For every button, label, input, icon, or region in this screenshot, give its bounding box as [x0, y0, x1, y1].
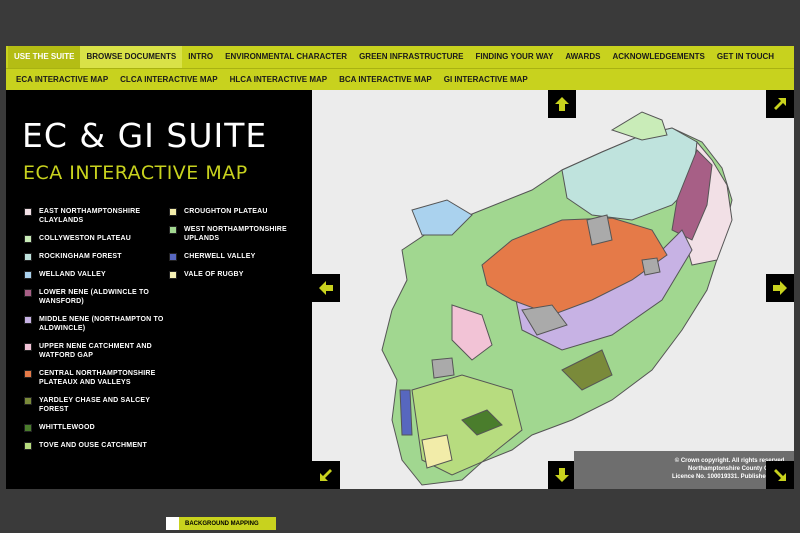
legend-swatch — [169, 208, 177, 216]
arrow-sw-icon — [320, 469, 332, 481]
legend-label: WELLAND VALLEY — [39, 271, 106, 278]
legend-label: LOWER NENE (ALDWINCLE TO WANSFORD) — [39, 289, 150, 305]
nav-awards[interactable]: AWARDS — [559, 46, 606, 68]
legend-swatch — [169, 253, 177, 261]
nav-browse-documents[interactable]: BROWSE DOCUMENTS — [80, 46, 183, 68]
legend-column-2: CROUGHTON PLATEAU WEST NORTHAMPTONSHIRE … — [169, 207, 309, 288]
copyright-notice: © Crown copyright. All rights reserved. … — [574, 451, 794, 489]
legend-swatch — [24, 343, 32, 351]
arrow-up-icon — [555, 97, 569, 111]
nav-finding-your-way[interactable]: FINDING YOUR WAY — [470, 46, 560, 68]
nav-intro[interactable]: INTRO — [182, 46, 219, 68]
copyright-line-3: Licence No. 100019331. Published 2006. — [671, 474, 786, 480]
arrow-ne-icon — [774, 98, 786, 110]
pan-down-button[interactable] — [548, 461, 576, 489]
legend-swatch — [24, 370, 32, 378]
sub-nav: ECA INTERACTIVE MAP CLCA INTERACTIVE MAP… — [6, 68, 794, 90]
pan-se-button[interactable] — [766, 461, 794, 489]
legend-label: COLLYWESTON PLATEAU — [39, 235, 131, 242]
legend-label: CENTRAL NORTHAMPTONSHIRE PLATEAUX AND VA… — [39, 370, 156, 386]
legend-swatch — [169, 271, 177, 279]
urban-area — [431, 357, 455, 379]
legend-label: CHERWELL VALLEY — [184, 253, 256, 260]
legend-panel: EC & GI SUITE ECA INTERACTIVE MAP EAST N… — [6, 90, 312, 530]
top-nav: USE THE SUITE BROWSE DOCUMENTS INTRO ENV… — [6, 46, 794, 68]
legend-item[interactable]: CENTRAL NORTHAMPTONSHIRE PLATEAUX AND VA… — [24, 369, 174, 387]
legend-swatch — [169, 226, 177, 234]
page-subtitle: ECA INTERACTIVE MAP — [23, 162, 248, 184]
urban-area — [641, 257, 661, 276]
legend-label: WHITTLEWOOD — [39, 424, 95, 431]
legend-swatch — [24, 253, 32, 261]
legend-swatch — [24, 289, 32, 297]
legend-swatch — [24, 397, 32, 405]
subnav-hlca-map[interactable]: HLCA INTERACTIVE MAP — [224, 69, 333, 91]
subnav-eca-map[interactable]: ECA INTERACTIVE MAP — [10, 69, 114, 91]
legend-item[interactable]: WELLAND VALLEY — [24, 270, 174, 279]
copyright-line-1: © Crown copyright. All rights reserved. — [674, 458, 786, 464]
legend-label: YARDLEY CHASE AND SALCEY FOREST — [39, 397, 150, 413]
arrow-se-icon — [774, 469, 786, 481]
legend-label: VALE OF RUGBY — [184, 271, 244, 278]
legend-item[interactable]: VALE OF RUGBY — [169, 270, 309, 279]
background-mapping-label: BACKGROUND MAPPING — [185, 520, 259, 527]
nav-use-the-suite[interactable]: USE THE SUITE — [8, 46, 81, 68]
pan-right-button[interactable] — [766, 274, 794, 302]
map-viewport[interactable]: © Crown copyright. All rights reserved. … — [312, 90, 794, 489]
legend-swatch — [24, 235, 32, 243]
legend-swatch — [24, 316, 32, 324]
arrow-down-icon — [555, 468, 569, 482]
pan-ne-button[interactable] — [766, 90, 794, 118]
arrow-left-icon — [319, 281, 333, 295]
subnav-clca-map[interactable]: CLCA INTERACTIVE MAP — [114, 69, 223, 91]
legend-swatch — [24, 208, 32, 216]
legend-item[interactable]: COLLYWESTON PLATEAU — [24, 234, 174, 243]
copyright-line-2: Northamptonshire County Council — [688, 466, 786, 472]
legend-item[interactable]: WHITTLEWOOD — [24, 423, 174, 432]
nav-environmental-character[interactable]: ENVIRONMENTAL CHARACTER — [219, 46, 353, 68]
legend-item[interactable]: CHERWELL VALLEY — [169, 252, 309, 261]
page-title: EC & GI SUITE — [22, 116, 268, 155]
county-map — [381, 111, 733, 486]
app-frame: USE THE SUITE BROWSE DOCUMENTS INTRO ENV… — [6, 46, 794, 530]
legend-label: CROUGHTON PLATEAU — [184, 208, 268, 215]
subnav-gi-map[interactable]: GI INTERACTIVE MAP — [438, 69, 534, 91]
legend-item[interactable]: WEST NORTHAMPTONSHIRE UPLANDS — [169, 225, 309, 243]
nav-green-infrastructure[interactable]: GREEN INFRASTRUCTURE — [353, 46, 469, 68]
legend-column-1: EAST NORTHAMPTONSHIRE CLAYLANDS COLLYWES… — [24, 207, 174, 459]
legend-label: UPPER NENE CATCHMENT AND WATFORD GAP — [39, 343, 152, 359]
legend-item[interactable]: ROCKINGHAM FOREST — [24, 252, 174, 261]
pan-up-button[interactable] — [548, 90, 576, 118]
legend-item[interactable]: UPPER NENE CATCHMENT AND WATFORD GAP — [24, 342, 174, 360]
background-mapping-toggle[interactable]: BACKGROUND MAPPING — [166, 517, 276, 530]
region-cherwell — [399, 389, 413, 436]
legend-swatch — [24, 271, 32, 279]
legend-label: TOVE AND OUSE CATCHMENT — [39, 442, 147, 449]
legend-swatch — [24, 424, 32, 432]
legend-item[interactable]: EAST NORTHAMPTONSHIRE CLAYLANDS — [24, 207, 174, 225]
legend-label: WEST NORTHAMPTONSHIRE UPLANDS — [184, 226, 287, 242]
nav-acknowledgements[interactable]: ACKNOWLEDGEMENTS — [606, 46, 710, 68]
pan-left-button[interactable] — [312, 274, 340, 302]
legend-label: ROCKINGHAM FOREST — [39, 253, 122, 260]
urban-area — [586, 214, 613, 246]
legend-item[interactable]: YARDLEY CHASE AND SALCEY FOREST — [24, 396, 174, 414]
legend-item[interactable]: MIDDLE NENE (NORTHAMPTON TO ALDWINCLE) — [24, 315, 174, 333]
legend-label: MIDDLE NENE (NORTHAMPTON TO ALDWINCLE) — [39, 316, 164, 332]
nav-get-in-touch[interactable]: GET IN TOUCH — [711, 46, 780, 68]
legend-swatch — [24, 442, 32, 450]
legend-item[interactable]: LOWER NENE (ALDWINCLE TO WANSFORD) — [24, 288, 174, 306]
arrow-right-icon — [773, 281, 787, 295]
legend-item[interactable]: TOVE AND OUSE CATCHMENT — [24, 441, 174, 450]
legend-label: EAST NORTHAMPTONSHIRE CLAYLANDS — [39, 208, 141, 224]
subnav-bca-map[interactable]: BCA INTERACTIVE MAP — [333, 69, 438, 91]
pan-sw-button[interactable] — [312, 461, 340, 489]
legend-item[interactable]: CROUGHTON PLATEAU — [169, 207, 309, 216]
background-mapping-checkbox[interactable] — [166, 517, 179, 530]
region-collyweston — [610, 111, 668, 141]
